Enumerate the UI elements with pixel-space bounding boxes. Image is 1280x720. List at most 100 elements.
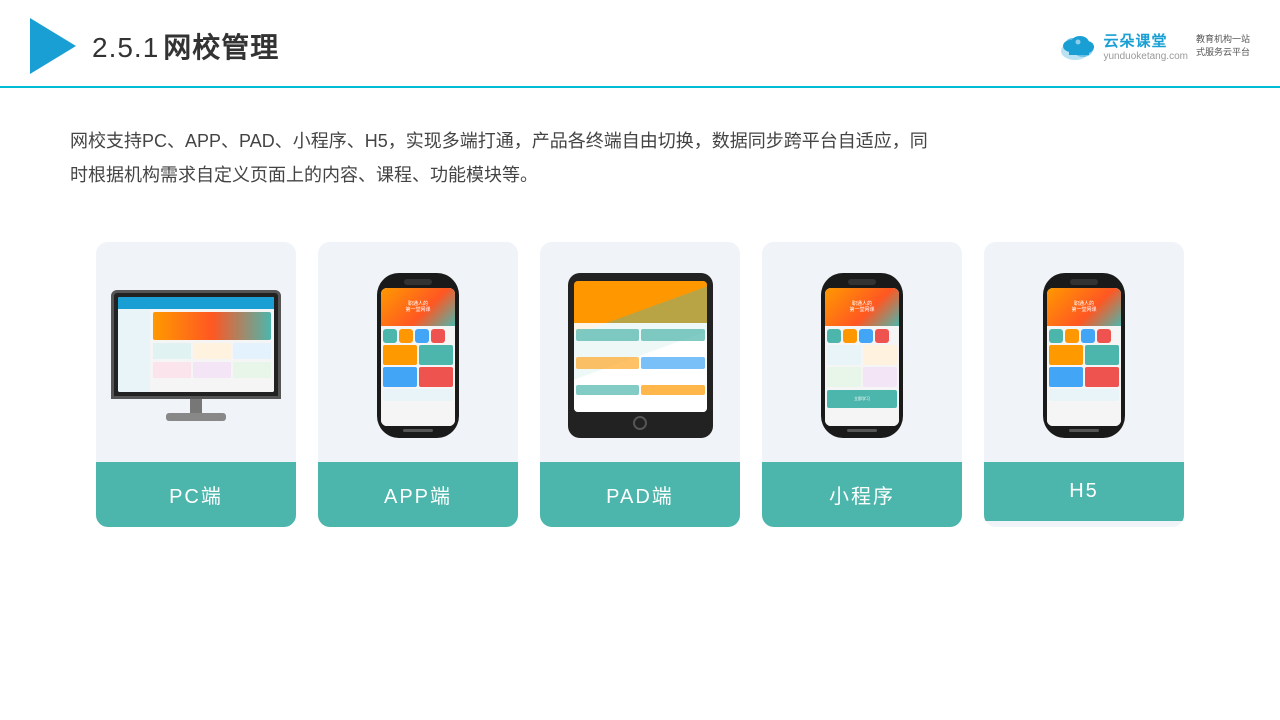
pc-monitor: [111, 290, 281, 421]
card-pc-label: PC端: [96, 462, 296, 527]
pc-cards-row2: [153, 362, 271, 378]
h5-course-1: [1049, 345, 1083, 365]
phone-screen-app: 职通人的第一堂网课: [381, 288, 455, 426]
phone-header-band-h5: 职通人的第一堂网课: [1047, 288, 1121, 326]
pc-topbar: [118, 297, 274, 309]
card-miniprogram: 职通人的第一堂网课: [762, 242, 962, 527]
phone-body-h5: [1047, 326, 1121, 404]
logo-icon: 云朵课堂 yunduoketang.com 教育机构一站式服务云平台: [1057, 30, 1250, 62]
phone-screen-mini: 职通人的第一堂网课: [825, 288, 899, 426]
phone-h5-mockup: 职通人的第一堂网课: [1043, 273, 1125, 438]
pc-banner: [153, 312, 271, 340]
mini-icon-4: [875, 329, 889, 343]
phone-courses-mini: [827, 345, 897, 387]
phone-bottom-bar: [383, 389, 453, 401]
logo-text-group: 云朵课堂 yunduoketang.com: [1103, 30, 1188, 62]
logo-tagline: 教育机构一站式服务云平台: [1196, 33, 1250, 58]
phone-header-band-app: 职通人的第一堂网课: [381, 288, 455, 326]
phone-app-mockup: 职通人的第一堂网课: [377, 273, 459, 438]
phone-icon-3: [415, 329, 429, 343]
course-4: [419, 367, 453, 387]
mini-cta: 立即学习: [827, 390, 897, 408]
mini-cta-text: 立即学习: [854, 396, 870, 402]
tablet-outer: [568, 273, 713, 438]
pc-sidebar: [118, 309, 150, 392]
tablet-screen: [574, 281, 707, 412]
phone-home-bar-mini: [847, 429, 877, 432]
tablet-mockup: [568, 273, 713, 438]
h5-icon-3: [1081, 329, 1095, 343]
tablet-grid: [574, 327, 707, 412]
h5-icon-2: [1065, 329, 1079, 343]
phone-screen-h5: 职通人的第一堂网课: [1047, 288, 1121, 426]
tablet-cell-5: [576, 385, 640, 395]
phone-icons-mini: [827, 329, 897, 343]
phone-notch-app: [404, 279, 432, 285]
mini-course-1: [827, 345, 861, 365]
phone-outer-h5: 职通人的第一堂网课: [1043, 273, 1125, 438]
pc-card-5: [193, 362, 231, 378]
card-pad-image: [540, 242, 740, 462]
description-text: 网校支持PC、APP、PAD、小程序、H5，实现多端打通，产品各终端自由切换，数…: [0, 88, 1000, 212]
logo-area: 云朵课堂 yunduoketang.com 教育机构一站式服务云平台: [1057, 30, 1250, 62]
course-3: [383, 367, 417, 387]
card-miniprogram-label: 小程序: [762, 462, 962, 527]
phone-body-mini: 立即学习: [825, 326, 899, 411]
phone-visual-mini: 职通人的第一堂网课: [825, 288, 899, 426]
phone-icons-app: [383, 329, 453, 343]
cloud-icon: [1057, 31, 1099, 61]
phone-home-bar-app: [403, 429, 433, 432]
mini-icon-1: [827, 329, 841, 343]
logo-text-main: 云朵课堂: [1103, 30, 1188, 51]
monitor-screen-wrapper: [111, 290, 281, 399]
monitor-neck: [190, 399, 202, 413]
mini-course-4: [863, 367, 897, 387]
phone-icons-h5: [1049, 329, 1119, 343]
pc-cards-row: [153, 343, 271, 359]
phone-header-text-app: 职通人的第一堂网课: [405, 301, 430, 313]
pc-card-2: [193, 343, 231, 359]
phone-visual-h5: 职通人的第一堂网课: [1047, 288, 1121, 426]
card-h5: 职通人的第一堂网课: [984, 242, 1184, 527]
phone-icon-4: [431, 329, 445, 343]
pc-screen-visual: [118, 297, 274, 392]
phone-notch-mini: [848, 279, 876, 285]
h5-course-3: [1049, 367, 1083, 387]
phone-body-app: [381, 326, 455, 404]
monitor-screen: [118, 297, 274, 392]
h5-icon-4: [1097, 329, 1111, 343]
page-header: 2.5.1网校管理 云朵课堂 yunduoketang.com 教育机构一站式服…: [0, 0, 1280, 88]
tablet-cell-4: [641, 357, 705, 369]
description-paragraph: 网校支持PC、APP、PAD、小程序、H5，实现多端打通，产品各终端自由切换，数…: [70, 124, 930, 192]
card-miniprogram-image: 职通人的第一堂网课: [762, 242, 962, 462]
tablet-home-btn: [633, 416, 647, 430]
card-pad: PAD端: [540, 242, 740, 527]
pc-card-1: [153, 343, 191, 359]
card-pad-label: PAD端: [540, 462, 740, 527]
phone-outer-mini: 职通人的第一堂网课: [821, 273, 903, 438]
play-icon: [30, 18, 76, 74]
phone-mini-mockup: 职通人的第一堂网课: [821, 273, 903, 438]
section-number: 2.5.1: [92, 32, 159, 63]
h5-bottom-bar: [1049, 389, 1119, 401]
card-h5-label: H5: [984, 462, 1184, 521]
mini-course-2: [863, 345, 897, 365]
phone-header-band-mini: 职通人的第一堂网课: [825, 288, 899, 326]
card-app-image: 职通人的第一堂网课: [318, 242, 518, 462]
pc-card-3: [233, 343, 271, 359]
card-h5-image: 职通人的第一堂网课: [984, 242, 1184, 462]
phone-outer-app: 职通人的第一堂网课: [377, 273, 459, 438]
pc-card-4: [153, 362, 191, 378]
tablet-cell-2: [641, 329, 705, 341]
monitor-base: [166, 413, 226, 421]
course-1: [383, 345, 417, 365]
section-title-text: 网校管理: [163, 32, 279, 63]
tablet-cell-6: [641, 385, 705, 395]
mini-course-3: [827, 367, 861, 387]
phone-visual-app: 职通人的第一堂网课: [381, 288, 455, 426]
phone-header-text-h5: 职通人的第一堂网课: [1071, 301, 1096, 313]
page-title: 2.5.1网校管理: [92, 26, 279, 66]
phone-icon-1: [383, 329, 397, 343]
pc-card-6: [233, 362, 271, 378]
logo-url: yunduoketang.com: [1103, 51, 1188, 62]
